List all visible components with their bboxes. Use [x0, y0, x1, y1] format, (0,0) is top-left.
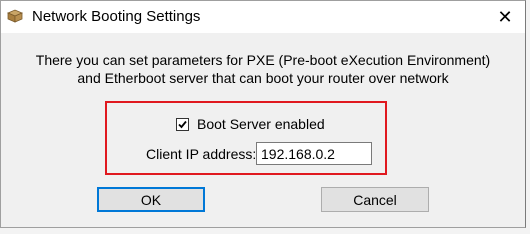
- cancel-button[interactable]: Cancel: [321, 187, 429, 212]
- description-text: There you can set parameters for PXE (Pr…: [1, 51, 525, 87]
- package-icon: [6, 9, 24, 23]
- client-ip-input[interactable]: [256, 142, 372, 165]
- client-ip-label: Client IP address:: [146, 146, 257, 162]
- checkmark-icon: [178, 120, 187, 128]
- close-button[interactable]: ✕: [493, 5, 517, 29]
- boot-server-checkbox[interactable]: [176, 117, 189, 131]
- close-icon: ✕: [497, 6, 513, 27]
- ok-button[interactable]: OK: [97, 187, 205, 212]
- boot-server-label: Boot Server enabled: [197, 116, 325, 132]
- title-bar[interactable]: Network Booting Settings ✕: [1, 1, 525, 33]
- network-booting-dialog: Network Booting Settings ✕ There you can…: [0, 0, 526, 228]
- boot-server-checkbox-row[interactable]: Boot Server enabled: [176, 115, 325, 133]
- description-line-2: and Etherboot server that can boot your …: [77, 70, 449, 86]
- description-line-1: There you can set parameters for PXE (Pr…: [35, 52, 491, 68]
- window-title: Network Booting Settings: [32, 8, 201, 25]
